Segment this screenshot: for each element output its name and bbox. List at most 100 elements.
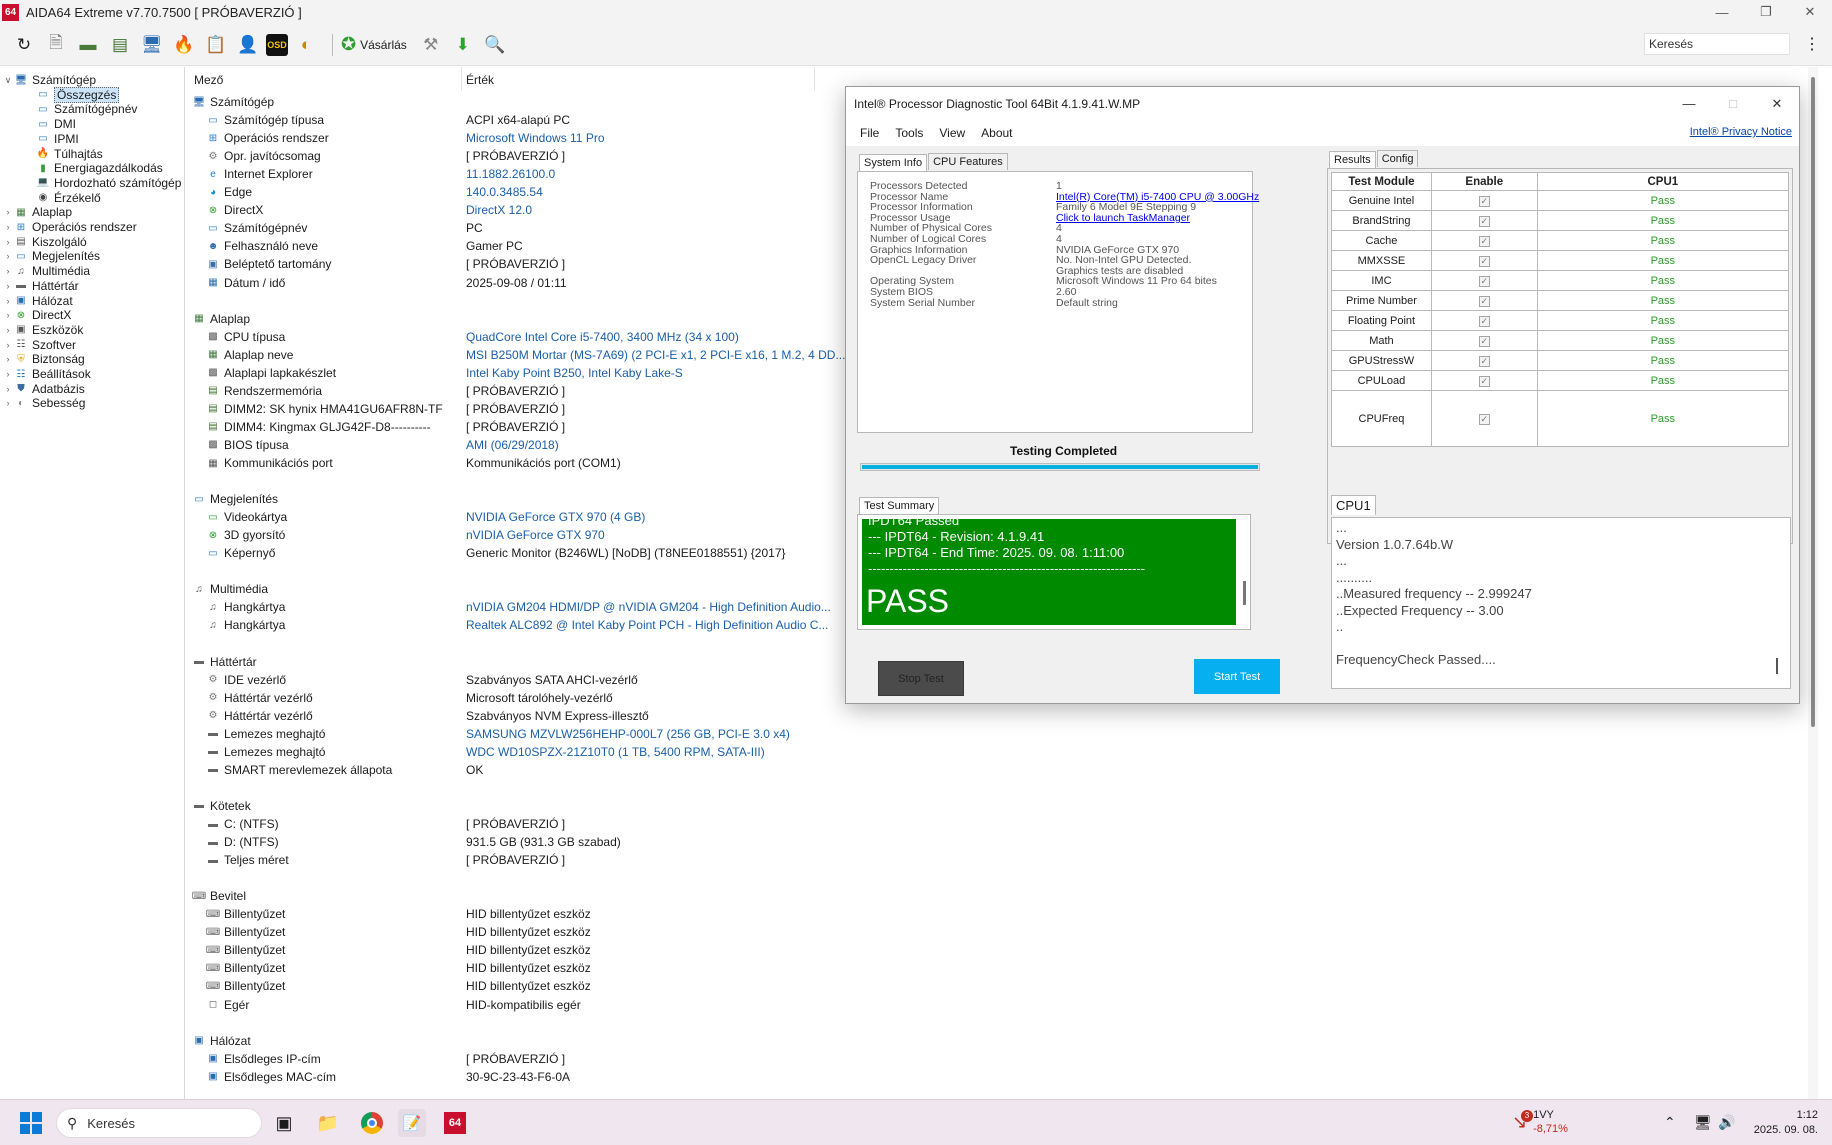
enable-checkbox[interactable]: ✓ — [1478, 355, 1490, 367]
tab-test-summary[interactable]: Test Summary — [859, 497, 940, 514]
toolbar-search-input[interactable]: Keresés — [1644, 33, 1790, 55]
table-row[interactable]: ▬ Lemezes meghajtó SAMSUNG MZVLW256HEHP-00… — [186, 725, 1086, 743]
taskbar-clock[interactable]: 1:12 2025. 09. 08. — [1754, 1108, 1818, 1138]
tray-expand-icon[interactable]: ⌃ — [1664, 1114, 1676, 1131]
privacy-notice-link[interactable]: Intel® Privacy Notice — [1690, 126, 1792, 138]
tab-config[interactable]: Config — [1376, 150, 1419, 167]
close-icon[interactable]: ✕ — [1788, 0, 1832, 24]
table-row[interactable]: ◻ Egér HID-kompatibilis egér — [186, 996, 1086, 1014]
tab-system-info[interactable]: System Info — [859, 154, 928, 171]
tree-item[interactable]: ▭ IPMI — [22, 131, 78, 147]
expand-icon[interactable]: › — [2, 266, 14, 276]
expand-icon[interactable]: › — [2, 296, 14, 306]
column-header-field[interactable]: Mező — [194, 73, 223, 87]
tree-item[interactable]: › ▭ Megjelenítés — [2, 248, 101, 264]
aida64-taskbar-icon[interactable]: 64 — [441, 1109, 469, 1137]
sysinfo-link[interactable]: Click to launch TaskManager — [1056, 212, 1190, 224]
value-link[interactable]: QuadCore Intel Core i5-7400, 3400 MHz (3… — [466, 330, 739, 344]
value-link[interactable]: nVIDIA GM204 HDMI/DP @ nVIDIA GM204 - Hi… — [466, 600, 831, 614]
tree-item[interactable]: › ▬ Háttértár — [2, 278, 79, 294]
enable-checkbox[interactable]: ✓ — [1478, 255, 1490, 267]
taskbar-search-box[interactable]: ⚲ Keresés — [56, 1108, 262, 1138]
tree-item[interactable]: ▭ Összegzés — [22, 86, 120, 103]
group-header[interactable]: ▣ Hálózat — [186, 1032, 1086, 1050]
start-test-button[interactable]: Start Test — [1194, 659, 1280, 694]
table-row[interactable]: ▬ SMART merevlemezek állapota OK — [186, 761, 1086, 779]
table-row[interactable]: ▬ C: (NTFS) [ PRÓBAVERZIÓ ] — [186, 815, 1086, 833]
table-row[interactable]: ⌨ Billentyűzet HID billentyűzet eszköz — [186, 941, 1086, 959]
tree-item[interactable]: › ⛊ Adatbázis — [2, 381, 85, 397]
expand-icon[interactable]: › — [2, 310, 14, 320]
notepad-icon[interactable]: 📝 — [398, 1109, 426, 1137]
enable-checkbox[interactable]: ✓ — [1478, 215, 1490, 227]
stock-widget[interactable]: ↘ 3 1VY -8,71% — [1512, 1108, 1568, 1136]
expand-icon[interactable]: › — [2, 398, 14, 408]
table-row[interactable]: ▣ Elsődleges MAC-cím 30-9C-23-43-F6-0A — [186, 1068, 1086, 1086]
tree-item[interactable]: › ▤ Kiszolgáló — [2, 234, 87, 250]
tree-item[interactable]: › ♫ Multimédia — [2, 263, 91, 279]
user-icon[interactable]: 👤 — [234, 31, 262, 59]
expand-icon[interactable]: › — [2, 325, 14, 335]
value-link[interactable]: Microsoft Windows 11 Pro — [466, 131, 605, 145]
column-header-value[interactable]: Érték — [466, 73, 494, 87]
report-icon[interactable]: 🗎 — [42, 31, 70, 59]
table-row[interactable]: ▬ D: (NTFS) 931.5 GB (931.3 GB szabad) — [186, 833, 1086, 851]
cpu1-log-scrollbar-thumb[interactable] — [1776, 658, 1778, 674]
value-link[interactable]: SAMSUNG MZVLW256HEHP-000L7 (256 GB, PCI-… — [466, 727, 790, 741]
enable-checkbox[interactable]: ✓ — [1478, 195, 1490, 207]
tree-item[interactable]: › ▦ Alaplap — [2, 204, 73, 220]
group-header[interactable]: ▬ Kötetek — [186, 797, 1086, 815]
expand-icon[interactable]: › — [2, 251, 14, 261]
value-link[interactable]: AMI (06/29/2018) — [466, 438, 559, 452]
table-row[interactable]: ▣ Elsődleges IP-cím [ PRÓBAVERZIÓ ] — [186, 1050, 1086, 1068]
table-row[interactable]: ▬ Lemezes meghajtó WDC WD10SPZX-21Z10T0 (1… — [186, 743, 1086, 761]
buy-button[interactable]: ✪ Vásárlás — [341, 34, 407, 55]
enable-checkbox[interactable]: ✓ — [1478, 413, 1490, 425]
stop-test-button[interactable]: Stop Test — [878, 661, 964, 696]
table-row[interactable]: ⌨ Billentyűzet HID billentyűzet eszköz — [186, 923, 1086, 941]
search-icon[interactable]: 🔍 — [481, 31, 509, 59]
tree-item[interactable]: › ▣ Eszközök — [2, 322, 84, 338]
file-explorer-icon[interactable]: 📁 — [314, 1109, 342, 1137]
value-link[interactable]: nVIDIA GeForce GTX 970 — [466, 528, 605, 542]
tree-item[interactable]: 💻 Hordozható számítógép — [22, 175, 182, 191]
gauge-icon[interactable]: ◐ — [292, 31, 320, 59]
tree-item[interactable]: ▭ DMI — [22, 116, 76, 132]
expand-icon[interactable]: › — [2, 354, 14, 364]
enable-checkbox[interactable]: ✓ — [1478, 375, 1490, 387]
table-row[interactable]: ⌨ Billentyűzet HID billentyűzet eszköz — [186, 959, 1086, 977]
table-row[interactable]: ⌨ Billentyűzet HID billentyűzet eszköz — [186, 977, 1086, 995]
tree-item[interactable]: › ⊞ Operációs rendszer — [2, 219, 137, 235]
value-link[interactable]: Intel Kaby Point B250, Intel Kaby Lake-S — [466, 366, 683, 380]
value-link[interactable]: 11.1882.26100.0 — [466, 167, 555, 181]
expand-icon[interactable]: › — [2, 207, 14, 217]
value-link[interactable]: DirectX 12.0 — [466, 203, 532, 217]
scrollbar-thumb[interactable] — [1811, 77, 1815, 727]
menu-about[interactable]: About — [981, 126, 1012, 140]
more-menu-icon[interactable]: ⋮ — [1804, 34, 1820, 54]
ipdt-minimize-icon[interactable]: — — [1667, 87, 1711, 120]
tree-item[interactable]: › ☷ Szoftver — [2, 337, 77, 353]
collapse-icon[interactable]: ∨ — [2, 75, 14, 86]
tree-item[interactable]: › ⊗ DirectX — [2, 307, 72, 323]
audit-icon[interactable]: 📋 — [202, 31, 230, 59]
download-icon[interactable]: ⬇ — [449, 31, 477, 59]
enable-checkbox[interactable]: ✓ — [1478, 295, 1490, 307]
tab-cpu1[interactable]: CPU1 — [1331, 495, 1376, 515]
value-link[interactable]: MSI B250M Mortar (MS-7A69) (2 PCI-E x1, … — [466, 348, 845, 362]
refresh-icon[interactable]: ↻ — [10, 31, 38, 59]
table-row[interactable]: ⌨ Billentyűzet HID billentyűzet eszköz — [186, 905, 1086, 923]
menu-view[interactable]: View — [939, 126, 965, 140]
table-row[interactable]: ▬ Teljes méret [ PRÓBAVERZIÓ ] — [186, 851, 1086, 869]
value-link[interactable]: NVIDIA GeForce GTX 970 (4 GB) — [466, 510, 645, 524]
expand-icon[interactable]: › — [2, 369, 14, 379]
tree-item[interactable]: › ▣ Hálózat — [2, 293, 73, 309]
enable-checkbox[interactable]: ✓ — [1478, 235, 1490, 247]
expand-icon[interactable]: › — [2, 281, 14, 291]
tree-item[interactable]: 🔥 Túlhajtás — [22, 146, 103, 162]
ipdt-maximize-icon[interactable]: □ — [1711, 87, 1755, 120]
minimize-icon[interactable]: — — [1700, 0, 1744, 24]
expand-icon[interactable]: › — [2, 237, 14, 247]
flame-icon[interactable]: 🔥 — [170, 31, 198, 59]
enable-checkbox[interactable]: ✓ — [1478, 275, 1490, 287]
